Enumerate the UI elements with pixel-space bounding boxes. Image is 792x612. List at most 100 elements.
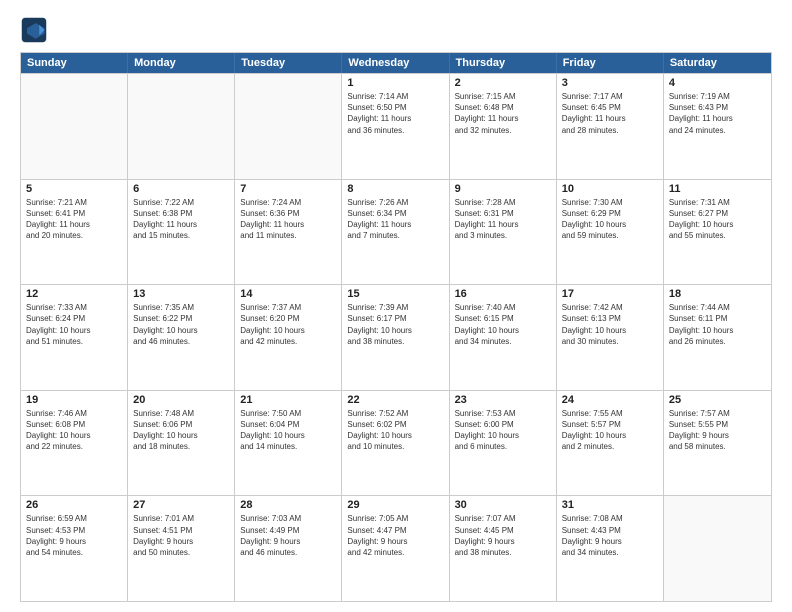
day-number: 8: [347, 183, 443, 195]
day-info: Sunrise: 7:28 AM Sunset: 6:31 PM Dayligh…: [455, 197, 551, 242]
day-header-wednesday: Wednesday: [342, 53, 449, 73]
week-row-2: 5Sunrise: 7:21 AM Sunset: 6:41 PM Daylig…: [21, 179, 771, 285]
day-info: Sunrise: 7:44 AM Sunset: 6:11 PM Dayligh…: [669, 302, 766, 347]
day-info: Sunrise: 7:14 AM Sunset: 6:50 PM Dayligh…: [347, 91, 443, 136]
day-cell-23: 23 Sunrise: 7:53 AM Sunset: 6:00 PM Dayli…: [450, 391, 557, 496]
day-cell-27: 27 Sunrise: 7:01 AM Sunset: 4:51 PM Dayli…: [128, 496, 235, 601]
day-headers: SundayMondayTuesdayWednesdayThursdayFrid…: [21, 53, 771, 73]
day-number: 19: [26, 394, 122, 406]
day-info: Sunrise: 7:05 AM Sunset: 4:47 PM Dayligh…: [347, 513, 443, 558]
day-number: 28: [240, 499, 336, 511]
day-cell-empty: [664, 496, 771, 601]
day-number: 6: [133, 183, 229, 195]
day-cell-10: 10 Sunrise: 7:30 AM Sunset: 6:29 PM Dayli…: [557, 180, 664, 285]
week-row-5: 26Sunrise: 6:59 AM Sunset: 4:53 PM Dayli…: [21, 495, 771, 601]
day-number: 14: [240, 288, 336, 300]
day-cell-11: 11 Sunrise: 7:31 AM Sunset: 6:27 PM Dayli…: [664, 180, 771, 285]
day-number: 22: [347, 394, 443, 406]
day-info: Sunrise: 7:08 AM Sunset: 4:43 PM Dayligh…: [562, 513, 658, 558]
day-number: 18: [669, 288, 766, 300]
day-cell-1: 1 Sunrise: 7:14 AM Sunset: 6:50 PM Daylig…: [342, 74, 449, 179]
day-info: Sunrise: 7:03 AM Sunset: 4:49 PM Dayligh…: [240, 513, 336, 558]
day-cell-12: 12 Sunrise: 7:33 AM Sunset: 6:24 PM Dayli…: [21, 285, 128, 390]
day-cell-25: 25 Sunrise: 7:57 AM Sunset: 5:55 PM Dayli…: [664, 391, 771, 496]
day-info: Sunrise: 7:37 AM Sunset: 6:20 PM Dayligh…: [240, 302, 336, 347]
day-cell-19: 19 Sunrise: 7:46 AM Sunset: 6:08 PM Dayli…: [21, 391, 128, 496]
day-cell-8: 8 Sunrise: 7:26 AM Sunset: 6:34 PM Daylig…: [342, 180, 449, 285]
day-cell-2: 2Sunrise: 7:15 AM Sunset: 6:48 PM Daylig…: [450, 74, 557, 179]
day-cell-14: 14 Sunrise: 7:37 AM Sunset: 6:20 PM Dayli…: [235, 285, 342, 390]
day-number: 25: [669, 394, 766, 406]
day-cell-7: 7Sunrise: 7:24 AM Sunset: 6:36 PM Daylig…: [235, 180, 342, 285]
day-cell-3: 3 Sunrise: 7:17 AM Sunset: 6:45 PM Daylig…: [557, 74, 664, 179]
day-info: Sunrise: 7:07 AM Sunset: 4:45 PM Dayligh…: [455, 513, 551, 558]
day-header-sunday: Sunday: [21, 53, 128, 73]
day-cell-16: 16Sunrise: 7:40 AM Sunset: 6:15 PM Dayli…: [450, 285, 557, 390]
day-number: 1: [347, 77, 443, 89]
day-cell-17: 17 Sunrise: 7:42 AM Sunset: 6:13 PM Dayli…: [557, 285, 664, 390]
day-number: 31: [562, 499, 658, 511]
day-number: 15: [347, 288, 443, 300]
day-info: Sunrise: 7:57 AM Sunset: 5:55 PM Dayligh…: [669, 408, 766, 453]
day-header-monday: Monday: [128, 53, 235, 73]
day-cell-21: 21 Sunrise: 7:50 AM Sunset: 6:04 PM Dayli…: [235, 391, 342, 496]
day-cell-22: 22Sunrise: 7:52 AM Sunset: 6:02 PM Dayli…: [342, 391, 449, 496]
day-cell-20: 20 Sunrise: 7:48 AM Sunset: 6:06 PM Dayli…: [128, 391, 235, 496]
day-number: 3: [562, 77, 658, 89]
day-info: Sunrise: 7:35 AM Sunset: 6:22 PM Dayligh…: [133, 302, 229, 347]
day-cell-5: 5Sunrise: 7:21 AM Sunset: 6:41 PM Daylig…: [21, 180, 128, 285]
day-cell-empty: [128, 74, 235, 179]
day-cell-26: 26Sunrise: 6:59 AM Sunset: 4:53 PM Dayli…: [21, 496, 128, 601]
day-cell-6: 6 Sunrise: 7:22 AM Sunset: 6:38 PM Daylig…: [128, 180, 235, 285]
day-header-friday: Friday: [557, 53, 664, 73]
day-info: Sunrise: 7:17 AM Sunset: 6:45 PM Dayligh…: [562, 91, 658, 136]
header: [20, 16, 772, 44]
day-cell-15: 15 Sunrise: 7:39 AM Sunset: 6:17 PM Dayli…: [342, 285, 449, 390]
day-cell-empty: [21, 74, 128, 179]
day-info: Sunrise: 7:50 AM Sunset: 6:04 PM Dayligh…: [240, 408, 336, 453]
logo: [20, 16, 52, 44]
day-info: Sunrise: 7:33 AM Sunset: 6:24 PM Dayligh…: [26, 302, 122, 347]
day-cell-13: 13 Sunrise: 7:35 AM Sunset: 6:22 PM Dayli…: [128, 285, 235, 390]
week-row-1: 1 Sunrise: 7:14 AM Sunset: 6:50 PM Daylig…: [21, 73, 771, 179]
day-number: 27: [133, 499, 229, 511]
day-header-saturday: Saturday: [664, 53, 771, 73]
day-number: 4: [669, 77, 766, 89]
day-cell-31: 31 Sunrise: 7:08 AM Sunset: 4:43 PM Dayli…: [557, 496, 664, 601]
day-info: Sunrise: 6:59 AM Sunset: 4:53 PM Dayligh…: [26, 513, 122, 558]
day-number: 13: [133, 288, 229, 300]
day-number: 12: [26, 288, 122, 300]
week-row-3: 12 Sunrise: 7:33 AM Sunset: 6:24 PM Dayli…: [21, 284, 771, 390]
day-header-thursday: Thursday: [450, 53, 557, 73]
day-number: 30: [455, 499, 551, 511]
day-cell-4: 4 Sunrise: 7:19 AM Sunset: 6:43 PM Daylig…: [664, 74, 771, 179]
day-info: Sunrise: 7:15 AM Sunset: 6:48 PM Dayligh…: [455, 91, 551, 136]
day-info: Sunrise: 7:30 AM Sunset: 6:29 PM Dayligh…: [562, 197, 658, 242]
day-number: 17: [562, 288, 658, 300]
day-info: Sunrise: 7:42 AM Sunset: 6:13 PM Dayligh…: [562, 302, 658, 347]
day-info: Sunrise: 7:31 AM Sunset: 6:27 PM Dayligh…: [669, 197, 766, 242]
day-number: 24: [562, 394, 658, 406]
calendar: SundayMondayTuesdayWednesdayThursdayFrid…: [20, 52, 772, 602]
day-info: Sunrise: 7:48 AM Sunset: 6:06 PM Dayligh…: [133, 408, 229, 453]
day-info: Sunrise: 7:19 AM Sunset: 6:43 PM Dayligh…: [669, 91, 766, 136]
day-number: 7: [240, 183, 336, 195]
day-number: 23: [455, 394, 551, 406]
day-info: Sunrise: 7:40 AM Sunset: 6:15 PM Dayligh…: [455, 302, 551, 347]
day-info: Sunrise: 7:39 AM Sunset: 6:17 PM Dayligh…: [347, 302, 443, 347]
day-cell-empty: [235, 74, 342, 179]
day-info: Sunrise: 7:46 AM Sunset: 6:08 PM Dayligh…: [26, 408, 122, 453]
day-number: 20: [133, 394, 229, 406]
day-info: Sunrise: 7:01 AM Sunset: 4:51 PM Dayligh…: [133, 513, 229, 558]
day-cell-29: 29Sunrise: 7:05 AM Sunset: 4:47 PM Dayli…: [342, 496, 449, 601]
day-info: Sunrise: 7:26 AM Sunset: 6:34 PM Dayligh…: [347, 197, 443, 242]
day-cell-30: 30 Sunrise: 7:07 AM Sunset: 4:45 PM Dayli…: [450, 496, 557, 601]
day-cell-9: 9Sunrise: 7:28 AM Sunset: 6:31 PM Daylig…: [450, 180, 557, 285]
logo-icon: [20, 16, 48, 44]
day-number: 21: [240, 394, 336, 406]
day-info: Sunrise: 7:53 AM Sunset: 6:00 PM Dayligh…: [455, 408, 551, 453]
day-number: 11: [669, 183, 766, 195]
day-number: 10: [562, 183, 658, 195]
page: SundayMondayTuesdayWednesdayThursdayFrid…: [0, 0, 792, 612]
day-info: Sunrise: 7:22 AM Sunset: 6:38 PM Dayligh…: [133, 197, 229, 242]
